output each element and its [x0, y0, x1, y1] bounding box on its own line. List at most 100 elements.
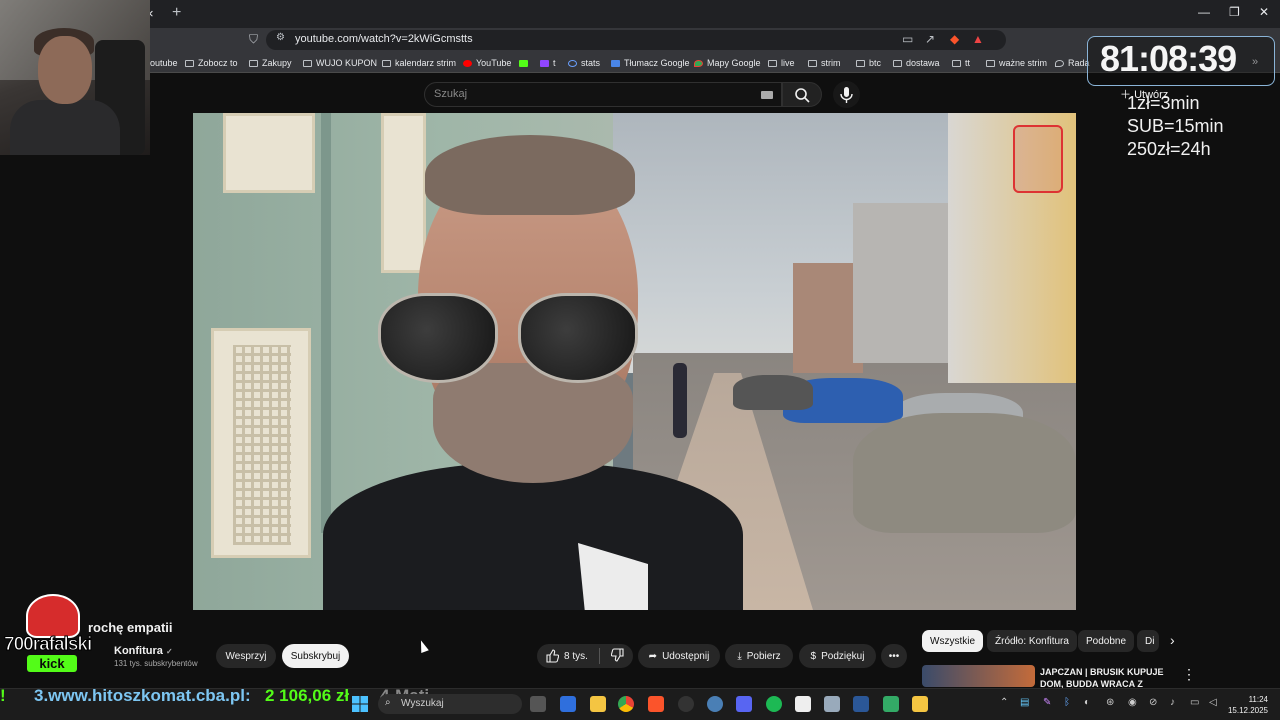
brave-rewards-icon[interactable]: ▲ [972, 32, 984, 46]
kick-icon [519, 60, 528, 67]
bookmark-item[interactable]: dostawa [893, 58, 940, 68]
app-icon[interactable] [883, 696, 899, 712]
discord-icon[interactable] [736, 696, 752, 712]
keyboard-icon[interactable] [761, 91, 773, 99]
like-dislike-group: 8 tys. [537, 644, 633, 668]
bookmark-item[interactable]: Zobocz to [185, 58, 238, 68]
tray-app-icon[interactable]: ▤ [1020, 697, 1029, 708]
streamer-logo-name: 700rafalski [3, 634, 92, 656]
file-explorer-icon[interactable] [590, 696, 606, 712]
tray-app-icon[interactable]: ⊘ [1149, 697, 1157, 708]
store-icon[interactable] [560, 696, 576, 712]
spotify-icon[interactable] [766, 696, 782, 712]
thanks-icon: $ [810, 650, 817, 662]
brave-icon[interactable] [648, 696, 664, 712]
taskbar-search-placeholder: Wyszukaj [401, 698, 444, 709]
cast-icon[interactable]: ▭ [902, 32, 913, 46]
bookmark-item[interactable]: stats [568, 58, 600, 68]
maps-icon [694, 60, 703, 67]
ticker-amount: 2 106,06 zł [265, 686, 350, 705]
chip-similar[interactable]: Podobne [1078, 630, 1135, 652]
like-button[interactable]: 8 tys. [545, 649, 588, 663]
chrome-icon[interactable] [618, 696, 634, 712]
bookmark-item[interactable]: tt [952, 58, 970, 68]
bookmark-item[interactable]: btc [856, 58, 881, 68]
ticker-donor: 3.www.hitoszkomat.cba.pl: [34, 686, 251, 705]
bookmark-item[interactable]: strim [808, 58, 841, 68]
recommended-title[interactable]: JAPCZAN | BRUSIK KUPUJE DOM, BUDDA WRACA … [1040, 666, 1170, 690]
bookmark-page-icon[interactable]: ⛉ [249, 32, 258, 47]
folder-icon [768, 60, 777, 67]
voice-search-button[interactable] [833, 81, 860, 108]
search-icon: ⌕ [385, 697, 391, 708]
bookmark-item[interactable]: WUJO KUPON [303, 58, 377, 68]
tray-overflow-icon[interactable]: ⌃ [1000, 697, 1008, 708]
chevron-right-icon[interactable]: › [1170, 632, 1175, 648]
download-button[interactable]: ⤓ Pobierz [725, 644, 793, 668]
site-info-icon[interactable]: ⚙ [276, 32, 285, 43]
minimize-button[interactable]: — [1198, 5, 1210, 19]
close-window-button[interactable]: ✕ [1259, 5, 1269, 19]
new-tab-button[interactable]: + [172, 4, 181, 22]
chip-more[interactable]: Di [1137, 630, 1159, 652]
thanks-button[interactable]: $ Podziękuj [799, 644, 876, 668]
video-title: rochę empatii [88, 620, 173, 635]
folder-icon [808, 60, 817, 67]
url-text[interactable]: youtube.com/watch?v=2kWiGcmstts [295, 33, 473, 45]
more-actions-button[interactable]: ••• [881, 644, 907, 668]
rate-line: 250zł=24h [1127, 139, 1211, 159]
search-input[interactable] [424, 82, 782, 107]
ticker-fragment: ! [0, 686, 6, 705]
tray-app-icon[interactable]: ◐ [1084, 697, 1090, 708]
bookmark-item[interactable]: outube [150, 58, 178, 68]
bookmark-item[interactable]: ważne strim [986, 58, 1047, 68]
search-button[interactable] [782, 82, 822, 107]
support-button[interactable]: Wesprzyj [216, 644, 276, 668]
subscribe-button[interactable]: Subskrybuj [282, 644, 349, 668]
tray-app-icon[interactable]: ◉ [1128, 697, 1137, 708]
bookmark-item[interactable]: Tłumacz Google [611, 58, 690, 68]
bookmark-item[interactable] [519, 58, 532, 68]
bookmark-item[interactable]: Rada [1055, 58, 1090, 68]
taskbar-search[interactable] [378, 694, 522, 714]
subscriber-count: 131 tys. subskrybentów [114, 659, 198, 668]
drop-icon [1055, 60, 1064, 67]
app-icon[interactable] [853, 696, 869, 712]
bookmark-item[interactable]: t [540, 58, 556, 68]
bookmark-item[interactable]: Zakupy [249, 58, 292, 68]
brave-shield-icon[interactable]: ◆ [950, 32, 959, 46]
translate-icon [611, 60, 620, 67]
chip-all[interactable]: Wszystkie [922, 630, 983, 652]
folder-icon [382, 60, 391, 67]
obs-icon[interactable] [678, 696, 694, 712]
mic-tray-icon[interactable]: ♪ [1170, 697, 1175, 708]
share-button[interactable]: ➦ Udostępnij [638, 644, 720, 668]
video-player[interactable] [193, 113, 1076, 610]
share-page-icon[interactable]: ↗ [925, 32, 935, 46]
task-view-icon[interactable] [530, 696, 546, 712]
maximize-button[interactable]: ❐ [1229, 5, 1240, 19]
bookmark-item[interactable]: kalendarz strim [382, 58, 456, 68]
bluetooth-icon[interactable]: ᛒ [1064, 697, 1070, 708]
search-icon [795, 88, 810, 103]
volume-icon[interactable]: ◁ [1209, 697, 1217, 708]
bookmark-item[interactable]: Mapy Google [694, 58, 761, 68]
calculator-icon[interactable] [824, 696, 840, 712]
kick-logo: kick [27, 655, 77, 672]
app-icon[interactable] [707, 696, 723, 712]
recommended-menu-icon[interactable]: ⋮ [1182, 666, 1196, 683]
notes-icon[interactable] [912, 696, 928, 712]
recommended-thumbnail[interactable] [922, 665, 1035, 687]
windows-start-icon[interactable] [352, 696, 368, 712]
chip-source[interactable]: Źródło: Konfitura [987, 630, 1077, 652]
system-clock[interactable]: 11:24 15.12.2025 [1226, 694, 1268, 716]
tray-app-icon[interactable]: ⊛ [1106, 697, 1114, 708]
channel-name[interactable]: Konfitura ✓ [114, 645, 173, 657]
network-icon[interactable]: ▭ [1190, 697, 1199, 708]
tray-pen-icon[interactable]: ✎ [1043, 697, 1051, 708]
bookmark-item[interactable]: live [768, 58, 795, 68]
rate-line: 1zł=3min [1127, 93, 1200, 113]
bookmark-item[interactable]: YouTube [463, 58, 511, 68]
dislike-button[interactable] [610, 647, 625, 665]
app-icon[interactable] [795, 696, 811, 712]
